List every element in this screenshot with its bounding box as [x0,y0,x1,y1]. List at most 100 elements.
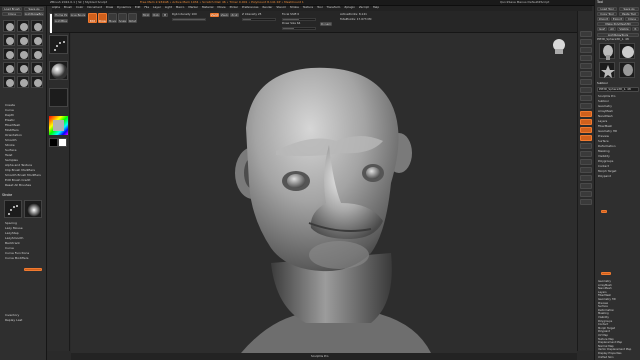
shelf-icon-button[interactable] [580,167,592,173]
tool-section-header[interactable]: Polypaint [598,174,611,178]
copy-tool-button[interactable]: Copy Tool [597,12,617,16]
lightbox-button[interactable]: LightBox [54,19,68,23]
shelf-icon-button[interactable] [580,95,592,101]
bottom-submenu-item[interactable]: Replay Last [5,318,22,323]
all-button[interactable]: All [608,27,616,31]
menu-tool[interactable]: Tool [317,5,322,9]
brush-thumbnail[interactable] [17,48,29,60]
menu-texture[interactable]: Texture [303,5,313,9]
shelf-icon-button[interactable] [580,151,592,157]
sphere-tool-thumbnail[interactable] [619,43,635,59]
tool-section-header[interactable]: Visibility [598,154,610,158]
brush-thumbnail[interactable] [31,62,43,74]
mrgb-button[interactable]: Mrgb [142,13,150,17]
tool-section-header[interactable]: Polygroups [598,159,613,163]
menu-document[interactable]: Document [87,5,102,9]
shelf-icon-button[interactable] [580,87,592,93]
tool-section-header[interactable]: Unified Skin [598,356,613,359]
shelf-icon-button[interactable] [580,39,592,45]
brush-thumbnail[interactable] [31,34,43,46]
menu-brush[interactable]: Brush [64,5,72,9]
move-mode-button[interactable]: Move [108,13,117,23]
menu-transform[interactable]: Transform [327,5,341,9]
shelf-icon-button[interactable] [580,127,592,133]
dynamic-button[interactable]: Dynamic [320,22,332,26]
menu-draw[interactable]: Draw [106,5,113,9]
menu-render[interactable]: Render [262,5,272,9]
brush-thumbnail[interactable] [3,48,15,60]
brush-thumbnail[interactable] [31,48,43,60]
visible-button[interactable]: Visible [617,27,631,31]
stroke-palette-title[interactable]: Stroke [2,193,12,198]
alpha-preview[interactable] [24,200,42,218]
menu-dynamics[interactable]: Dynamics [117,5,131,9]
zsub-button[interactable]: Zsub [220,13,229,17]
subtool-item[interactable]: PM3D_Sphere3D_1. 48 [597,87,639,92]
export-button[interactable]: Export [611,17,624,21]
tool-section-header[interactable]: Preview [598,134,609,138]
subtool-header[interactable]: Subtool [597,81,608,85]
brush-thumbnail[interactable] [17,62,29,74]
tool-section-header[interactable]: Sculptris Pro [598,94,615,98]
material-thumbnail[interactable] [49,61,68,80]
rgb-intensity-slider[interactable] [172,18,206,21]
tool-section-header[interactable]: Contact [598,164,609,168]
shelf-icon-button[interactable] [580,191,592,197]
clone-brush-button[interactable]: Clone [2,12,22,16]
shelf-icon-button[interactable] [580,159,592,165]
clone-tool-button[interactable]: Clone [625,17,639,21]
menu-picker[interactable]: Picker [230,5,238,9]
tool-section-header[interactable]: NanoMesh [598,114,613,118]
tool-palette-title[interactable]: Tool [597,0,603,5]
shelf-icon-button[interactable] [580,55,592,61]
home-page-button[interactable]: Home Page [54,13,68,17]
head-tool-thumbnail[interactable] [619,62,635,78]
active-option-button-2[interactable] [601,272,611,275]
quick-menu-text[interactable]: QuickSave Menus DefaultZScript [500,0,549,5]
brush-thumbnail[interactable] [3,20,15,32]
shelf-icon-button[interactable] [580,103,592,109]
draw-mode-button[interactable]: Draw [98,13,107,23]
menu-zplugin[interactable]: Zplugin [344,5,355,9]
tool-section-header[interactable]: Deformation [598,144,615,148]
tool-section-header[interactable]: Morph Target [598,169,616,173]
brush-submenu-item[interactable]: Reset All Brushes [5,183,31,188]
make-polymesh-button[interactable]: Make PolyMesh3D [597,22,639,26]
tool-section-header[interactable]: Subtool [598,99,609,103]
stroke-toggle-button[interactable] [24,268,42,271]
save-as-tool-button[interactable]: Save As [619,7,639,11]
scale-mode-button[interactable]: Scale [118,13,127,23]
menu-material[interactable]: Material [202,5,213,9]
shelf-icon-button[interactable] [580,135,592,141]
tool-section-header[interactable]: Geometry [598,104,612,108]
brush-thumbnail[interactable] [17,20,29,32]
menu-file[interactable]: File [144,5,149,9]
polymesh-thumbnail[interactable] [599,62,615,78]
paste-tool-button[interactable]: Paste Tool [619,12,639,16]
stroke-submenu-item[interactable]: Curve Modifiers [5,256,29,261]
save-as-button[interactable]: Save As [24,7,44,11]
tool-section-header[interactable]: FiberMesh [598,124,612,128]
brush-thumbnail[interactable] [3,62,15,74]
shelf-icon-button[interactable] [580,31,592,37]
tool-section-header[interactable]: Masking [598,149,610,153]
menu-marker[interactable]: Marker [188,5,198,9]
load-brush-button[interactable]: Load Brush [2,7,22,11]
menu-preferences[interactable]: Preferences [242,5,258,9]
active-option-button[interactable] [601,210,607,213]
orientation-gizmo[interactable] [553,39,565,54]
live-boolean-button[interactable]: Live Boolean [70,13,86,17]
stroke-thumbnail[interactable] [49,35,68,54]
brush-thumbnail[interactable] [17,34,29,46]
shelf-icon-button[interactable] [580,63,592,69]
load-tool-button[interactable]: Load Tool [597,7,617,11]
z-intensity-slider[interactable] [242,18,276,21]
brush-thumbnail[interactable] [3,34,15,46]
menu-stencil[interactable]: Stencil [276,5,285,9]
menu-alpha[interactable]: Alpha [52,5,60,9]
zadd-button[interactable]: Zadd [210,13,219,17]
shelf-icon-button[interactable] [580,143,592,149]
brush-thumbnail[interactable] [31,20,43,32]
tool-thumbnail[interactable] [599,43,615,60]
tool-section-header[interactable]: Surface [598,139,609,143]
